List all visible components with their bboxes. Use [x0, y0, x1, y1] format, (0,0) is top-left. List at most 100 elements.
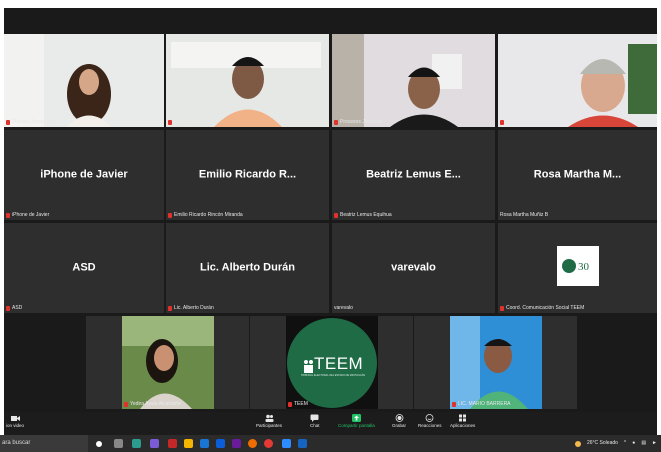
name-tile-7[interactable]: varevalo varevalo — [332, 223, 495, 313]
svg-text:30: 30 — [578, 261, 590, 273]
store-icon[interactable] — [216, 439, 225, 448]
anniversary-logo-icon: 30 — [561, 259, 590, 273]
mic-muted-icon — [334, 119, 338, 125]
weather-sun-icon — [575, 440, 581, 447]
volume-icon[interactable]: ► — [652, 435, 657, 452]
participant-name: Rosa Martha Muñiz B — [500, 212, 549, 218]
name-tile-6[interactable]: Lic. Alberto Durán Lic. Alberto Durán — [166, 223, 329, 313]
app-icon[interactable] — [150, 439, 159, 448]
name-tile-3[interactable]: Beatriz Lemus E... Beatriz Lemus Equihua — [332, 130, 495, 220]
participant-name: LIC. MARIO BARRERA — [452, 401, 511, 407]
participant-name: Mariana Arrapa Morales — [6, 119, 65, 125]
mic-muted-icon — [168, 305, 172, 311]
taskbar-search[interactable]: ara buscar — [0, 435, 88, 452]
participant-name: TEEM — [288, 401, 308, 407]
windows-taskbar: ara buscar 26°C Soleado ^ ● ▤ ► — [0, 435, 661, 452]
reactions-button[interactable]: Reacciones — [418, 414, 442, 428]
name-tile-1[interactable]: iPhone de Javier iPhone de Javier — [4, 130, 164, 220]
video-tile-4[interactable]: Rosa Ma — [498, 34, 657, 127]
participant-name: ASD — [6, 305, 22, 311]
zoom-icon[interactable] — [282, 439, 291, 448]
teem-logo-text: TEEM — [314, 354, 364, 373]
video-tile-2[interactable]: Eusin Padan — [166, 34, 329, 127]
participant-video — [166, 34, 329, 127]
name-tile-5[interactable]: ASD ASD — [4, 223, 164, 313]
participant-display-name: Emilio Ricardo R... — [198, 168, 297, 181]
participant-video — [332, 34, 495, 127]
mic-muted-icon — [288, 401, 292, 407]
mic-muted-icon — [168, 119, 172, 125]
video-camera-icon — [10, 416, 20, 421]
teem-logo-subtitle: TRIBUNAL ELECTORAL DEL ESTADO DE MICHOAC… — [300, 374, 366, 377]
video-tile-7[interactable]: LIC. MARIO BARRERA — [414, 316, 577, 409]
record-button[interactable]: Grabar — [392, 414, 406, 428]
microphone-icon[interactable]: ● — [632, 435, 635, 452]
mic-muted-icon — [6, 119, 10, 125]
logo-tile[interactable]: 30 Coord. Comunicación Social TEEM — [498, 223, 657, 313]
teem-video: TEEM TRIBUNAL ELECTORAL DEL ESTADO DE MI… — [286, 316, 378, 409]
mic-muted-icon — [6, 212, 10, 218]
weather-text[interactable]: 26°C Soleado — [587, 435, 618, 452]
participant-video — [122, 316, 214, 409]
record-icon — [395, 414, 403, 422]
participant-name: Eusin Padan — [168, 119, 202, 125]
zoom-window: Mariana Arrapa Morales Eusin Padan Proce… — [4, 8, 657, 435]
teams-icon[interactable] — [232, 439, 241, 448]
apps-icon — [459, 414, 467, 422]
task-view-icon[interactable] — [96, 441, 102, 447]
smiley-icon — [425, 414, 434, 422]
participant-display-name: Rosa Martha M... — [533, 168, 622, 181]
firefox-icon[interactable] — [248, 439, 257, 448]
participant-display-name: Lic. Alberto Durán — [200, 261, 295, 274]
participant-video — [498, 34, 657, 127]
system-tray: 26°C Soleado ^ ● ▤ ► — [575, 435, 657, 452]
participant-name: Procesos Jurídicos — [334, 119, 382, 125]
participants-button[interactable]: Participantes — [256, 414, 282, 428]
video-tile-6[interactable]: TEEM TRIBUNAL ELECTORAL DEL ESTADO DE MI… — [250, 316, 413, 409]
participant-name: Yedira Ayala Alcantarte — [124, 401, 181, 407]
chevron-up-icon[interactable]: ^ — [624, 435, 626, 452]
mic-muted-icon — [500, 119, 504, 125]
file-explorer-icon[interactable] — [184, 439, 193, 448]
video-tile-1[interactable]: Mariana Arrapa Morales — [4, 34, 164, 127]
name-tile-2[interactable]: Emilio Ricardo R... Emilio Ricardo Rincó… — [166, 130, 329, 220]
mic-muted-icon — [334, 212, 338, 218]
acrobat-icon[interactable] — [168, 439, 177, 448]
start-video-button[interactable]: ion video — [6, 414, 24, 428]
share-screen-icon — [351, 414, 361, 422]
participant-display-name: iPhone de Javier — [40, 168, 128, 181]
mic-muted-icon — [452, 401, 456, 407]
mic-muted-icon — [6, 305, 10, 311]
mic-muted-icon — [168, 212, 172, 218]
mail-icon[interactable] — [200, 439, 209, 448]
window-top-bar — [4, 8, 657, 34]
chat-button[interactable]: Chat — [310, 414, 320, 428]
communication-logo: 30 — [556, 246, 599, 286]
widgets-icon[interactable] — [114, 439, 123, 448]
apps-button[interactable]: Aplicaciones — [450, 414, 475, 428]
participants-icon — [265, 414, 273, 422]
mic-muted-icon — [124, 401, 128, 407]
participant-name: Beatriz Lemus Equihua — [334, 212, 392, 218]
chat-icon — [310, 414, 319, 422]
participant-name: Rosa Ma — [500, 119, 526, 125]
mic-muted-icon — [500, 305, 504, 311]
participant-display-name: ASD — [72, 261, 96, 274]
share-screen-button[interactable]: Compartir pantalla — [338, 414, 375, 428]
participant-display-name: varevalo — [391, 261, 436, 274]
video-tile-3[interactable]: Procesos Jurídicos — [332, 34, 495, 127]
participant-name: iPhone de Javier — [6, 212, 49, 218]
participant-display-name: Beatriz Lemus E... — [366, 168, 461, 181]
participant-name: Lic. Alberto Durán — [168, 305, 214, 311]
participant-name: Emilio Ricardo Rincón Miranda — [168, 212, 243, 218]
word-icon[interactable] — [298, 439, 307, 448]
video-tile-5[interactable]: Yedira Ayala Alcantarte — [86, 316, 249, 409]
participant-video — [450, 316, 542, 409]
edge-icon[interactable] — [132, 439, 141, 448]
participant-video — [4, 34, 164, 127]
meeting-toolbar: ion video Participantes Chat Compartir p… — [4, 412, 657, 435]
network-icon[interactable]: ▤ — [641, 435, 646, 452]
name-tile-4[interactable]: Rosa Martha M... Rosa Martha Muñiz B — [498, 130, 657, 220]
participant-name: varevalo — [334, 305, 353, 311]
chrome-icon[interactable] — [264, 439, 273, 448]
